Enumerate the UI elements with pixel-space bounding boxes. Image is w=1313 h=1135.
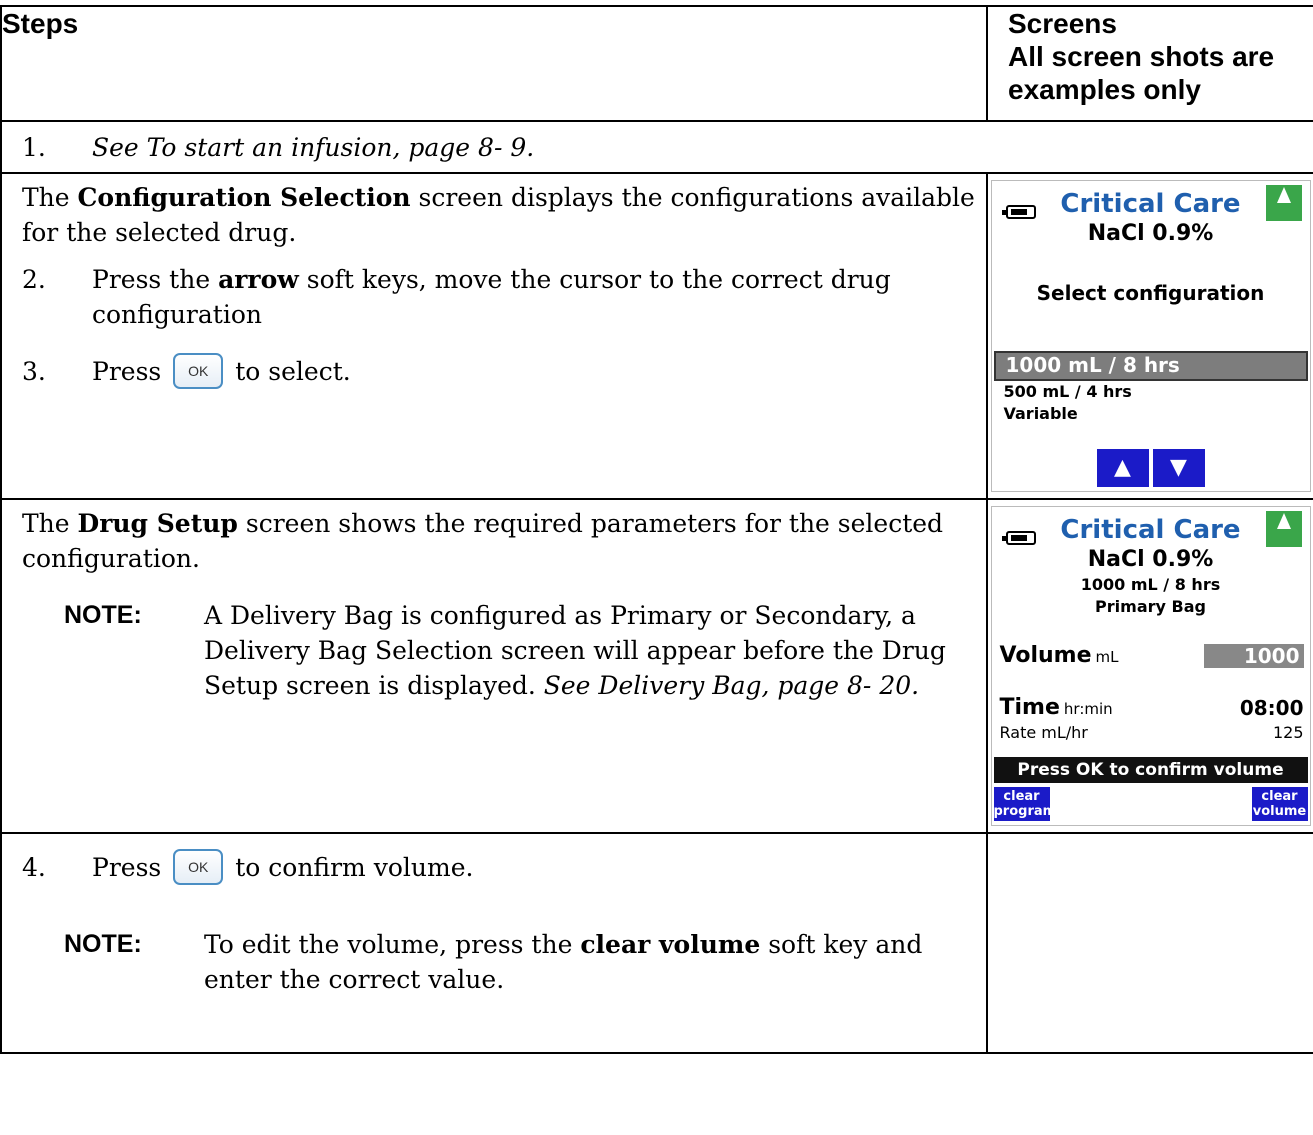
- arrow-softkeys: ▲ ▼: [992, 449, 1310, 487]
- screen-title: Critical Care: [1060, 515, 1241, 545]
- step-3: 3. Press OK to select.: [22, 352, 986, 389]
- screen-2-cell: Critical Care NaCl 0.9% 1000 mL / 8 hrs …: [986, 498, 1313, 834]
- arrow-down-icon[interactable]: ▼: [1152, 449, 1205, 487]
- clear-program-softkey[interactable]: clear program: [993, 787, 1056, 821]
- status-message: Press OK to confirm volume: [993, 757, 1308, 783]
- step-2: 2. Press the arrow soft keys, move the c…: [22, 265, 891, 329]
- step-4: 4. Press OK to confirm volume.: [22, 848, 986, 885]
- delivery-bag-note: NOTE: A Delivery Bag is configured as Pr…: [64, 601, 946, 700]
- configuration-intro: The Configuration Selection screen displ…: [22, 183, 975, 247]
- drug-setup-cell: The Drug Setup screen shows the required…: [0, 498, 988, 834]
- drug-name: NaCl 0.9%: [1087, 221, 1214, 246]
- rate-value: 125: [1272, 723, 1304, 742]
- step-1-row: 1. See To start an infusion, page 8- 9.: [0, 120, 1313, 174]
- procedure-table: Steps Screens All screen shots are examp…: [0, 5, 1313, 1054]
- time-row: Time hr:min 08:00: [999, 695, 1304, 720]
- bag-label: Primary Bag: [1095, 597, 1206, 616]
- ok-key-icon: OK: [173, 352, 224, 389]
- drug-name: NaCl 0.9%: [1087, 547, 1214, 572]
- volume-value[interactable]: 1000: [1203, 643, 1304, 668]
- time-value: 08:00: [1239, 695, 1304, 720]
- screen-heading: Select configuration: [1036, 281, 1265, 305]
- configuration-selection-cell: The Configuration Selection screen displ…: [0, 172, 988, 500]
- wireless-icon: [1265, 185, 1302, 221]
- configuration-selection-screen: Critical Care NaCl 0.9% Select configura…: [990, 180, 1311, 492]
- configuration-label: 1000 mL / 8 hrs: [1080, 575, 1221, 594]
- clear-volume-note: NOTE: To edit the volume, press the clea…: [64, 930, 923, 994]
- screen-title: Critical Care: [1060, 189, 1241, 219]
- screens-header: Screens All screen shots are examples on…: [986, 5, 1313, 122]
- clear-volume-softkey[interactable]: clear volume: [1251, 787, 1308, 821]
- drug-setup-intro: The Drug Setup screen shows the required…: [22, 509, 944, 573]
- screen-1-cell: Critical Care NaCl 0.9% Select configura…: [986, 172, 1313, 500]
- drug-setup-screen: Critical Care NaCl 0.9% 1000 mL / 8 hrs …: [990, 506, 1311, 826]
- configuration-item[interactable]: 1000 mL / 8 hrs: [993, 351, 1308, 381]
- configuration-item[interactable]: 500 mL / 4 hrs: [994, 381, 1308, 403]
- ok-key-icon: OK: [173, 848, 224, 885]
- steps-header: Steps: [0, 5, 988, 122]
- step-number: 1.: [22, 133, 46, 162]
- step-1-reference: See To start an infusion, page 8- 9.: [92, 133, 535, 162]
- rate-row: Rate mL/hr 125: [999, 723, 1304, 742]
- volume-row: Volume mL 1000: [1000, 643, 1304, 668]
- arrow-up-icon[interactable]: ▲: [1096, 449, 1149, 487]
- step-4-cell: 4. Press OK to confirm volume. NOTE: To ed…: [0, 832, 988, 1054]
- empty-screen-cell: [986, 832, 1313, 1054]
- wireless-icon: [1265, 511, 1302, 547]
- configuration-item[interactable]: Variable: [994, 403, 1308, 425]
- configuration-list: 1000 mL / 8 hrs 500 mL / 4 hrs Variable: [993, 351, 1308, 425]
